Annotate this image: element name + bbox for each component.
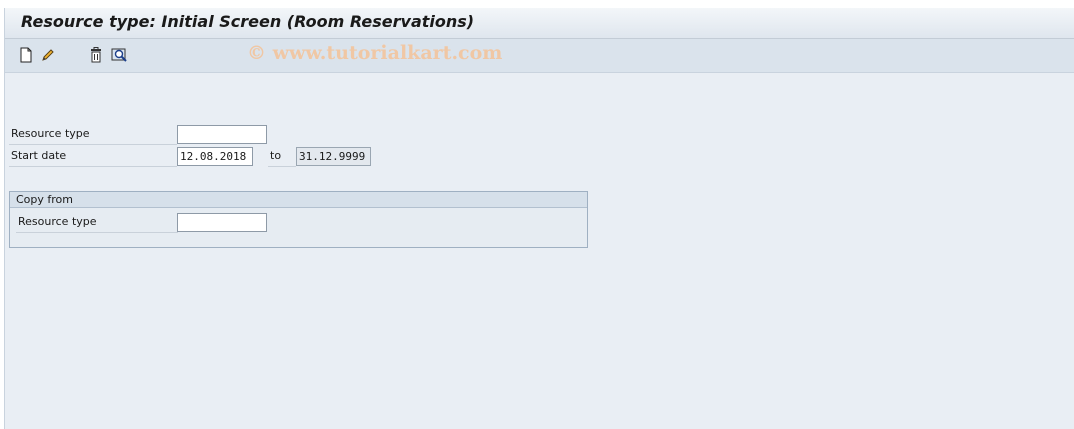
pencil-edit-icon bbox=[42, 49, 54, 61]
end-date-field: 31.12.9999 bbox=[296, 147, 371, 166]
copy-from-groupbox: Copy from Resource type bbox=[9, 191, 588, 248]
copy-resource-type-input[interactable] bbox=[177, 213, 267, 232]
page-title: Resource type: Initial Screen (Room Rese… bbox=[21, 12, 475, 31]
resource-type-label: Resource type bbox=[9, 125, 177, 145]
to-label: to bbox=[268, 147, 296, 167]
change-button[interactable] bbox=[39, 46, 57, 64]
create-button[interactable] bbox=[17, 46, 35, 64]
watermark: © www.tutorialkart.com bbox=[247, 42, 503, 64]
delete-button[interactable] bbox=[87, 46, 105, 64]
start-date-input[interactable]: 12.08.2018 bbox=[177, 147, 253, 166]
trash-delete-icon bbox=[91, 47, 101, 63]
display-button[interactable] bbox=[111, 46, 129, 64]
application-toolbar: © www.tutorialkart.com bbox=[5, 39, 1074, 73]
resource-type-input[interactable] bbox=[177, 125, 267, 144]
sap-screen: Resource type: Initial Screen (Room Rese… bbox=[4, 8, 1074, 429]
copy-resource-type-label: Resource type bbox=[16, 213, 178, 233]
copy-from-title: Copy from bbox=[10, 192, 587, 208]
title-bar: Resource type: Initial Screen (Room Rese… bbox=[5, 8, 1074, 39]
new-document-icon bbox=[20, 47, 32, 63]
start-date-label: Start date bbox=[9, 147, 177, 167]
magnifier-display-icon bbox=[111, 48, 127, 62]
